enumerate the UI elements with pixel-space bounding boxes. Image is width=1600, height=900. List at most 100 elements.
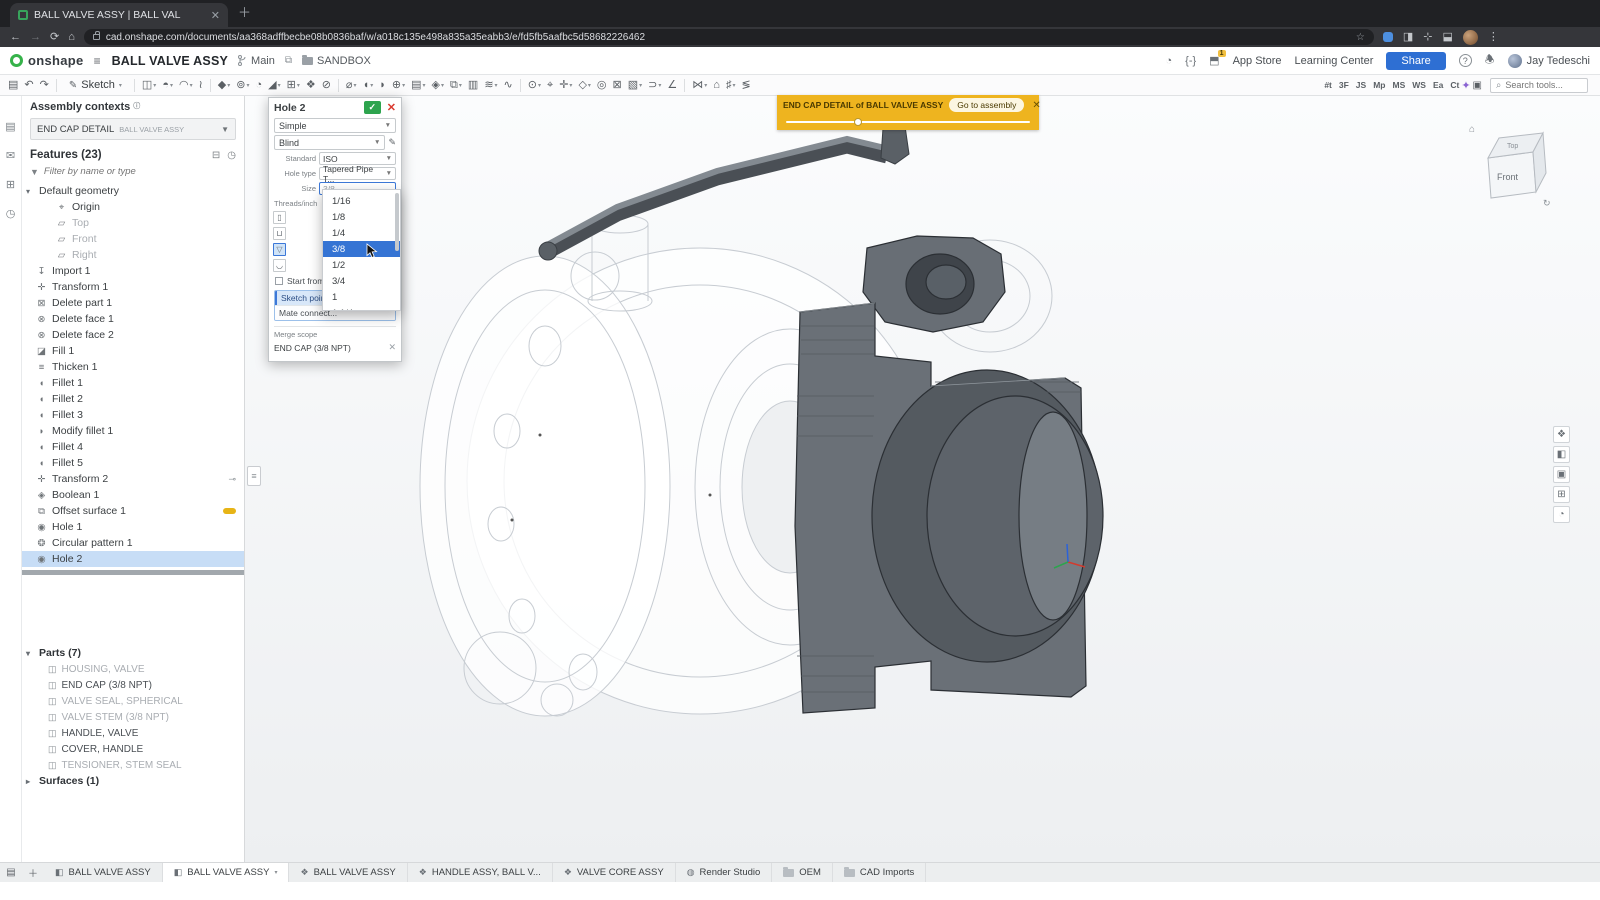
dropdown-scrollbar[interactable]: [395, 193, 399, 251]
feature-row[interactable]: ▱Front: [22, 231, 244, 247]
tool-icon[interactable]: ⌖: [545, 79, 555, 92]
tool-icon[interactable]: ▤▾: [409, 79, 427, 92]
feature-row[interactable]: ◖Fillet 2: [22, 391, 244, 407]
filter-list-icon[interactable]: ⊟: [212, 150, 220, 161]
viewcube-top-label[interactable]: Top: [1507, 143, 1518, 150]
forward-icon[interactable]: →: [30, 32, 41, 43]
feature-row[interactable]: ◗Modify fillet 1: [22, 423, 244, 439]
part-row[interactable]: ◫HANDLE, VALVE: [22, 725, 244, 741]
feature-row[interactable]: ⧉Offset surface 1: [22, 503, 244, 519]
tool-icon[interactable]: ⊠: [611, 79, 624, 92]
undo-icon[interactable]: ↶: [22, 79, 35, 92]
feature-row[interactable]: ◉Hole 1: [22, 519, 244, 535]
size-option[interactable]: 1: [323, 289, 400, 305]
dev-tools-icon[interactable]: {-}: [1185, 55, 1196, 67]
lock-icon[interactable]: [93, 34, 100, 40]
tool-icon[interactable]: ⊃▾: [646, 79, 663, 92]
element-tab[interactable]: ◍Render Studio: [676, 863, 773, 882]
display-options-icon[interactable]: ◔: [1553, 506, 1570, 523]
part-row[interactable]: ◫COVER, HANDLE: [22, 741, 244, 757]
learning-center-link[interactable]: Learning Center: [1295, 55, 1374, 67]
history-clock-icon[interactable]: ◷: [227, 150, 236, 161]
feature-filter-input[interactable]: [44, 166, 236, 177]
feature-row[interactable]: ▱Right: [22, 247, 244, 263]
tool-icon[interactable]: ♯▾: [724, 79, 738, 92]
part-row[interactable]: ◫TENSIONER, STEM SEAL: [22, 757, 244, 773]
element-tab[interactable]: CAD Imports: [833, 863, 926, 882]
history-icon[interactable]: ◷: [6, 207, 16, 220]
context-opacity-slider[interactable]: [786, 121, 1030, 123]
feature-row[interactable]: ✛Transform 2⊸: [22, 471, 244, 487]
help-circle-icon[interactable]: ⊙: [387, 362, 395, 363]
reload-icon[interactable]: ⟳: [50, 32, 59, 43]
element-tab[interactable]: OEM: [772, 863, 833, 882]
feature-row[interactable]: ◖Fillet 5: [22, 455, 244, 471]
tool-badge[interactable]: JS: [1356, 80, 1366, 90]
appearance-icon[interactable]: ❖: [1553, 426, 1570, 443]
tool-badge[interactable]: Ct: [1450, 80, 1459, 90]
hole-profile-countersink-icon[interactable]: ◡: [273, 259, 286, 272]
feature-row[interactable]: ❂Circular pattern 1: [22, 535, 244, 551]
panel-resize-handle[interactable]: ≡: [247, 466, 261, 486]
tool-icon[interactable]: ⊘: [320, 79, 333, 92]
tool-icon[interactable]: ◔: [253, 79, 264, 92]
tool-icon[interactable]: ◖▾: [361, 79, 376, 92]
part-row[interactable]: ◫VALVE SEAL, SPHERICAL: [22, 693, 244, 709]
tool-icon[interactable]: ◫▾: [140, 79, 158, 92]
feature-row[interactable]: ◉Hole 2: [22, 551, 244, 567]
url-field[interactable]: cad.onshape.com/documents/aa368adffbecbe…: [84, 29, 1374, 45]
tool-icon[interactable]: ▧▾: [626, 79, 644, 92]
assembly-context-select[interactable]: END CAP DETAIL BALL VALVE ASSY ▼: [30, 118, 236, 140]
copy-link-icon[interactable]: ⧉: [285, 55, 292, 66]
part-row[interactable]: ◫END CAP (3/8 NPT): [22, 677, 244, 693]
browser-menu-icon[interactable]: ⋮: [1488, 32, 1499, 43]
tool-badge[interactable]: 3F: [1339, 80, 1349, 90]
browser-profile-avatar[interactable]: [1463, 30, 1478, 45]
updates-icon[interactable]: ⬒1: [1209, 54, 1219, 67]
feature-row[interactable]: ◪Fill 1: [22, 343, 244, 359]
size-option[interactable]: 1 1/4: [323, 305, 400, 311]
isolate-icon[interactable]: ▣: [1553, 466, 1570, 483]
feature-row[interactable]: ↧Import 1: [22, 263, 244, 279]
element-tab[interactable]: ◧BALL VALVE ASSY: [44, 863, 163, 882]
size-option[interactable]: 1/2: [323, 257, 400, 273]
tab-manager-icon[interactable]: ▤: [0, 863, 22, 882]
help-icon[interactable]: ?: [1459, 54, 1472, 67]
tool-badge[interactable]: Ea: [1433, 80, 1443, 90]
remove-icon[interactable]: ✕: [388, 342, 396, 353]
chevron-down-icon[interactable]: ▾: [26, 187, 34, 196]
automation-icon[interactable]: ▣: [1473, 80, 1482, 91]
tool-icon[interactable]: ◓▾: [160, 79, 175, 92]
back-icon[interactable]: ←: [10, 32, 21, 43]
tool-icon[interactable]: ⊞▾: [285, 79, 302, 92]
tool-icon[interactable]: ◢▾: [266, 79, 282, 92]
share-button[interactable]: Share: [1386, 52, 1445, 70]
tool-icon[interactable]: ◗: [377, 79, 388, 92]
panel-toggle-icon[interactable]: ▤: [6, 79, 20, 92]
notifications-bell-icon[interactable]: 🕭: [1485, 51, 1495, 70]
bookmark-star-icon[interactable]: ☆: [1356, 32, 1365, 43]
tool-icon[interactable]: ◈▾: [430, 79, 446, 92]
feature-row[interactable]: ▾Default geometry: [22, 183, 244, 199]
size-option[interactable]: 1/4: [323, 225, 400, 241]
search-tools-input[interactable]: [1505, 80, 1582, 90]
add-tab-icon[interactable]: ＋: [22, 863, 44, 882]
feature-row[interactable]: ▱Top: [22, 215, 244, 231]
parent-folder-link[interactable]: SANDBOX: [302, 55, 371, 67]
side-panel-icon[interactable]: ◨: [1403, 32, 1413, 43]
view-rotate-icon[interactable]: ↻: [1543, 198, 1551, 208]
tool-icon[interactable]: ▥: [466, 79, 480, 92]
surfaces-header[interactable]: ▸ Surfaces (1): [22, 773, 244, 789]
onshape-logo[interactable]: onshape: [10, 53, 84, 68]
tool-badge[interactable]: MS: [1392, 80, 1405, 90]
tool-badge[interactable]: #t: [1324, 80, 1332, 90]
valve-handle[interactable]: [539, 118, 909, 260]
tool-icon[interactable]: ◇▾: [576, 79, 592, 92]
new-tab-button[interactable]: ＋: [238, 2, 251, 21]
puzzle-extensions-icon[interactable]: ⊹: [1423, 32, 1432, 43]
feature-row[interactable]: ◖Fillet 1: [22, 375, 244, 391]
tool-icon[interactable]: ◠▾: [177, 79, 195, 92]
tool-icon[interactable]: ⧉▾: [448, 79, 464, 92]
custom-tables-icon[interactable]: ⊞: [6, 178, 15, 191]
feature-row[interactable]: ◈Boolean 1: [22, 487, 244, 503]
